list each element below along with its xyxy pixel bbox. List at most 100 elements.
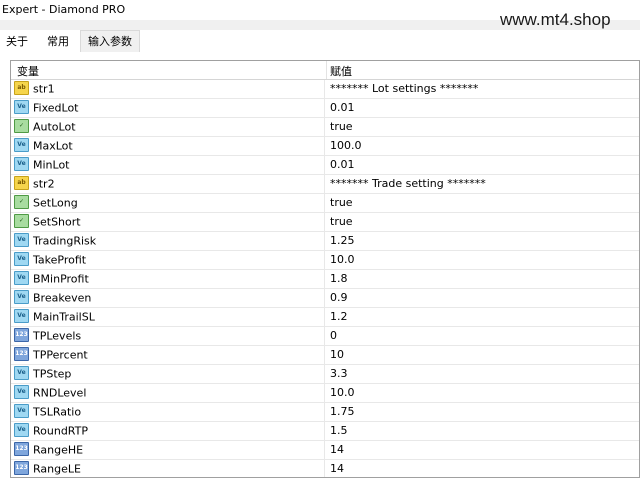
parameter-row[interactable]: Ve FixedLot 0.01 — [11, 99, 639, 118]
parameter-name-cell[interactable]: 123 RangeLE — [14, 460, 325, 477]
parameter-row[interactable]: Ve BMinProfit 1.8 — [11, 270, 639, 289]
parameter-value[interactable]: true — [330, 118, 353, 136]
window-title: Expert - Diamond PRO — [2, 3, 126, 16]
parameter-name: TakeProfit — [33, 253, 87, 267]
parameter-value[interactable]: 14 — [330, 441, 344, 459]
parameter-name: TPStep — [33, 367, 72, 381]
parameter-row[interactable]: Ve MinLot 0.01 — [11, 156, 639, 175]
inputs-panel: 变量 赋值 ab str1 ******* Lot settings *******… — [0, 52, 640, 480]
parameter-name-cell[interactable]: Ve TPStep — [14, 365, 325, 383]
parameter-value[interactable]: 10.0 — [330, 384, 355, 402]
parameter-name-cell[interactable]: Ve MaxLot — [14, 137, 325, 155]
parameter-value[interactable]: 10.0 — [330, 251, 355, 269]
parameter-row[interactable]: ab str2 ******* Trade setting ******* — [11, 175, 639, 194]
tab-common[interactable]: 常用 — [40, 32, 76, 52]
grid-header: 变量 赋值 — [11, 61, 639, 80]
parameter-name-cell[interactable]: 123 RangeHE — [14, 441, 325, 459]
parameter-name-cell[interactable]: ab str1 — [14, 80, 325, 98]
parameter-row[interactable]: Ve MaxLot 100.0 — [11, 137, 639, 156]
parameter-value[interactable]: 14 — [330, 460, 344, 477]
parameter-name-cell[interactable]: ab str2 — [14, 175, 325, 193]
parameter-row[interactable]: Ve Breakeven 0.9 — [11, 289, 639, 308]
double-value-icon: Ve — [14, 271, 29, 285]
double-value-icon: Ve — [14, 100, 29, 114]
parameter-value[interactable]: 10 — [330, 346, 344, 364]
parameter-value[interactable]: 0 — [330, 327, 337, 345]
parameter-row[interactable]: Ve TradingRisk 1.25 — [11, 232, 639, 251]
bool-value-icon: ✓ — [14, 119, 29, 133]
grid-rows: ab str1 ******* Lot settings ******* Ve Fixe… — [11, 80, 639, 477]
parameter-name-cell[interactable]: ✓ SetShort — [14, 213, 325, 231]
int-value-icon: 123 — [14, 461, 29, 475]
tab-inputs[interactable]: 输入参数 — [80, 30, 140, 54]
parameter-value[interactable]: 0.9 — [330, 289, 348, 307]
parameter-value[interactable]: 100.0 — [330, 137, 362, 155]
parameter-name-cell[interactable]: Ve TSLRatio — [14, 403, 325, 421]
parameter-row[interactable]: Ve TakeProfit 10.0 — [11, 251, 639, 270]
parameter-row[interactable]: 123 RangeHE 14 — [11, 441, 639, 460]
parameters-grid: 变量 赋值 ab str1 ******* Lot settings *******… — [10, 60, 640, 478]
parameter-row[interactable]: ab str1 ******* Lot settings ******* — [11, 80, 639, 99]
tab-about[interactable]: 关于 — [2, 32, 32, 52]
parameter-name-cell[interactable]: Ve BMinProfit — [14, 270, 325, 288]
parameter-value[interactable]: ******* Trade setting ******* — [330, 175, 486, 193]
parameter-name: SetLong — [33, 196, 78, 210]
parameter-name: str2 — [33, 177, 55, 191]
parameter-row[interactable]: Ve RoundRTP 1.5 — [11, 422, 639, 441]
parameter-name: RangeLE — [33, 462, 81, 476]
parameter-value[interactable]: 0.01 — [330, 156, 355, 174]
parameter-value[interactable]: true — [330, 213, 353, 231]
column-header-value[interactable]: 赋值 — [330, 63, 352, 79]
parameter-name: AutoLot — [33, 120, 76, 134]
parameter-name-cell[interactable]: Ve FixedLot — [14, 99, 325, 117]
parameter-name-cell[interactable]: 123 TPLevels — [14, 327, 325, 345]
parameter-name-cell[interactable]: Ve TakeProfit — [14, 251, 325, 269]
parameter-value[interactable]: 1.8 — [330, 270, 348, 288]
parameter-row[interactable]: 123 TPLevels 0 — [11, 327, 639, 346]
parameter-name-cell[interactable]: ✓ SetLong — [14, 194, 325, 212]
parameter-value[interactable]: 3.3 — [330, 365, 348, 383]
ab-string-icon: ab — [14, 81, 29, 95]
parameter-value[interactable]: 1.5 — [330, 422, 348, 440]
parameter-name-cell[interactable]: Ve MinLot — [14, 156, 325, 174]
parameter-name-cell[interactable]: ✓ AutoLot — [14, 118, 325, 136]
double-value-icon: Ve — [14, 309, 29, 323]
parameter-row[interactable]: Ve RNDLevel 10.0 — [11, 384, 639, 403]
parameter-name-cell[interactable]: 123 TPPercent — [14, 346, 325, 364]
parameter-name-cell[interactable]: Ve RoundRTP — [14, 422, 325, 440]
double-value-icon: Ve — [14, 404, 29, 418]
parameter-value[interactable]: 1.25 — [330, 232, 355, 250]
parameter-name: TradingRisk — [33, 234, 97, 248]
parameter-name-cell[interactable]: Ve RNDLevel — [14, 384, 325, 402]
parameter-name: str1 — [33, 82, 55, 96]
parameter-row[interactable]: Ve TPStep 3.3 — [11, 365, 639, 384]
parameter-name: TPPercent — [33, 348, 88, 362]
parameter-name: MinLot — [33, 158, 70, 172]
parameter-name: FixedLot — [33, 101, 79, 115]
parameter-name: RNDLevel — [33, 386, 87, 400]
parameter-name: Breakeven — [33, 291, 92, 305]
parameter-value[interactable]: true — [330, 194, 353, 212]
parameter-value[interactable]: 1.75 — [330, 403, 355, 421]
parameter-name-cell[interactable]: Ve Breakeven — [14, 289, 325, 307]
double-value-icon: Ve — [14, 423, 29, 437]
double-value-icon: Ve — [14, 233, 29, 247]
parameter-row[interactable]: 123 RangeLE 14 — [11, 460, 639, 477]
parameter-name: TSLRatio — [33, 405, 82, 419]
parameter-row[interactable]: ✓ SetLong true — [11, 194, 639, 213]
parameter-name: RangeHE — [33, 443, 84, 457]
parameter-value[interactable]: 0.01 — [330, 99, 355, 117]
column-header-variable[interactable]: 变量 — [17, 63, 39, 79]
parameter-row[interactable]: Ve MainTrailSL 1.2 — [11, 308, 639, 327]
column-separator[interactable] — [326, 61, 327, 79]
parameter-row[interactable]: ✓ SetShort true — [11, 213, 639, 232]
parameter-name-cell[interactable]: Ve MainTrailSL — [14, 308, 325, 326]
parameter-row[interactable]: Ve TSLRatio 1.75 — [11, 403, 639, 422]
parameter-value[interactable]: ******* Lot settings ******* — [330, 80, 478, 98]
parameter-value[interactable]: 1.2 — [330, 308, 348, 326]
parameter-row[interactable]: 123 TPPercent 10 — [11, 346, 639, 365]
parameter-row[interactable]: ✓ AutoLot true — [11, 118, 639, 137]
parameter-name: MaxLot — [33, 139, 73, 153]
double-value-icon: Ve — [14, 290, 29, 304]
parameter-name-cell[interactable]: Ve TradingRisk — [14, 232, 325, 250]
